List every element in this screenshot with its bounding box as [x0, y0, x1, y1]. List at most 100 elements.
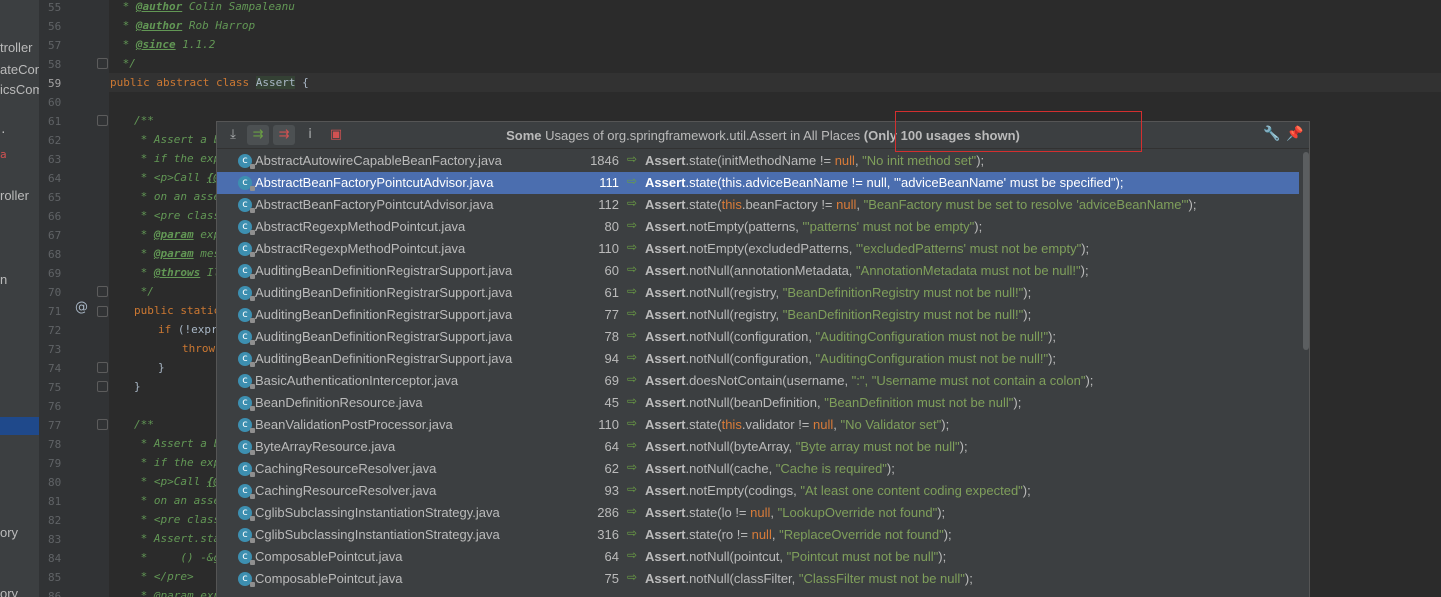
- usages-list[interactable]: c AbstractAutowireCapableBeanFactory.java…: [217, 150, 1299, 590]
- scrollbar-thumb[interactable]: [1303, 152, 1309, 350]
- usage-line-number: 112: [598, 197, 619, 212]
- usage-string: "BeanDefinition must not be null": [824, 395, 1014, 410]
- usage-row[interactable]: c AuditingBeanDefinitionRegistrarSupport.…: [217, 348, 1299, 370]
- pin-icon[interactable]: 📌: [1286, 126, 1303, 142]
- usage-file-name: CachingResourceResolver.java: [255, 461, 437, 476]
- usage-class: Assert: [645, 417, 686, 432]
- code-line-84: * () -&gt: [134, 551, 227, 564]
- code-line-82: * <pre class=: [134, 513, 227, 526]
- fold-icon[interactable]: [97, 286, 108, 297]
- usage-class: Assert: [645, 329, 686, 344]
- usage-code: Assert.notEmpty(codings, "At least one c…: [645, 483, 1031, 498]
- code-line-66: * <pre class=: [134, 209, 227, 222]
- code-line-86: * @param expr: [134, 589, 227, 597]
- popup-toolbar: ⤓ ⇉ ⇉ i ▣ Some Usages of org.springframe…: [217, 122, 1309, 149]
- usage-method: .notNull(annotationMetadata,: [685, 263, 857, 278]
- usage-method: .notNull(byteArray,: [685, 439, 796, 454]
- fold-icon[interactable]: [97, 419, 108, 430]
- usage-method: .notNull(cache,: [685, 461, 776, 476]
- project-tree-item[interactable]: ateCont: [0, 62, 39, 77]
- fold-icon[interactable]: [97, 381, 108, 392]
- usage-keyword: null: [751, 527, 772, 542]
- usage-arrow-icon: ⇨: [627, 328, 638, 342]
- usage-row[interactable]: c AbstractRegexpMethodPointcut.java 110 ⇨ As…: [217, 238, 1299, 260]
- usage-row[interactable]: c AbstractBeanFactoryPointcutAdvisor.java…: [217, 172, 1299, 194]
- project-tree-item[interactable]: n: [0, 272, 7, 287]
- usage-method: .notNull(beanDefinition,: [685, 395, 825, 410]
- project-tree-item[interactable]: ory: [0, 525, 18, 540]
- line-number: 59: [48, 77, 62, 90]
- usage-row[interactable]: c CglibSubclassingInstantiationStrategy.j…: [217, 524, 1299, 546]
- code-line-58: */: [116, 57, 136, 70]
- usage-code: Assert.notEmpty(excludedPatterns, "'excl…: [645, 241, 1089, 256]
- usage-end: );: [1081, 241, 1090, 256]
- wrench-icon[interactable]: 🔧: [1263, 126, 1280, 142]
- usage-arrow-icon: ⇨: [627, 174, 638, 188]
- code-line-72: if (!expre: [158, 323, 225, 336]
- project-tree-panel[interactable]: troller ateCont icsCom · a roller n ory …: [0, 0, 39, 597]
- usage-row[interactable]: c CachingResourceResolver.java 93 ⇨ Assert.n…: [217, 480, 1299, 502]
- usage-arrow-icon: ⇨: [627, 262, 638, 276]
- usage-row[interactable]: c CachingResourceResolver.java 62 ⇨ Assert.n…: [217, 458, 1299, 480]
- code-line-67: * @param expr: [134, 228, 227, 241]
- usage-class: Assert: [645, 175, 686, 190]
- override-gutter-icon[interactable]: @: [75, 300, 88, 315]
- usage-row[interactable]: c CglibSubclassingInstantiationStrategy.j…: [217, 502, 1299, 524]
- usage-row[interactable]: c AbstractAutowireCapableBeanFactory.java…: [217, 150, 1299, 172]
- project-tree-item[interactable]: roller: [0, 188, 29, 203]
- code-line-80: * <p>Call {@l: [134, 475, 227, 488]
- usage-file-name: AbstractRegexpMethodPointcut.java: [255, 241, 466, 256]
- code-line-71: public static: [134, 304, 221, 317]
- usage-code: Assert.state(ro != null, "ReplaceOverrid…: [645, 527, 952, 542]
- usage-row[interactable]: c AbstractBeanFactoryPointcutAdvisor.java…: [217, 194, 1299, 216]
- usage-string: "'excludedPatterns' must not be empty": [856, 241, 1082, 256]
- usage-class: Assert: [645, 263, 686, 278]
- usage-file-name: AuditingBeanDefinitionRegistrarSupport.j…: [255, 351, 513, 366]
- usage-end: );: [959, 439, 968, 454]
- project-tree-item[interactable]: ory: [0, 586, 18, 597]
- usage-class: Assert: [645, 549, 686, 564]
- usage-row[interactable]: c ComposablePointcut.java 64 ⇨ Assert.notNul…: [217, 546, 1299, 568]
- line-number: 64: [48, 172, 62, 185]
- fold-icon[interactable]: [97, 115, 108, 126]
- usage-string: "'patterns' must not be empty": [802, 219, 975, 234]
- line-number: 75: [48, 381, 62, 394]
- usage-line-number: 80: [604, 219, 619, 234]
- usage-string: "LookupOverride not found": [777, 505, 938, 520]
- usage-method: .state(lo !=: [685, 505, 751, 520]
- line-number: 61: [48, 115, 62, 128]
- usage-method: .notNull(configuration,: [685, 329, 816, 344]
- usage-row[interactable]: c AuditingBeanDefinitionRegistrarSupport.…: [217, 260, 1299, 282]
- usage-keyword: null: [750, 505, 771, 520]
- usage-arrow-icon: ⇨: [627, 284, 638, 298]
- code-line-69: * @throws Ill: [134, 266, 227, 279]
- usage-string: "AuditingConfiguration must not be null!…: [815, 329, 1049, 344]
- code-line-78: * Assert a bo: [134, 437, 227, 450]
- usage-method: .state(initMethodName !=: [685, 153, 835, 168]
- code-line-55: * @author Colin Sampaleanu: [116, 0, 295, 13]
- usage-file-name: CglibSubclassingInstantiationStrategy.ja…: [255, 527, 500, 542]
- usage-string: "AuditingConfiguration must not be null!…: [815, 351, 1049, 366]
- usage-row[interactable]: c BeanDefinitionResource.java 45 ⇨ Assert.no…: [217, 392, 1299, 414]
- usage-row[interactable]: c AuditingBeanDefinitionRegistrarSupport.…: [217, 304, 1299, 326]
- project-tree-item[interactable]: icsCom: [0, 82, 39, 97]
- fold-icon[interactable]: [97, 306, 108, 317]
- usage-class: Assert: [645, 461, 686, 476]
- usage-row[interactable]: c ByteArrayResource.java 64 ⇨ Assert.notNull…: [217, 436, 1299, 458]
- usage-method: .notEmpty(patterns,: [685, 219, 803, 234]
- project-tree-item[interactable]: troller: [0, 40, 33, 55]
- usage-row[interactable]: c AuditingBeanDefinitionRegistrarSupport.…: [217, 282, 1299, 304]
- usage-row[interactable]: c BeanValidationPostProcessor.java 110 ⇨ Ass…: [217, 414, 1299, 436]
- usage-row[interactable]: c AbstractRegexpMethodPointcut.java 80 ⇨ Ass…: [217, 216, 1299, 238]
- usage-row[interactable]: c AuditingBeanDefinitionRegistrarSupport.…: [217, 326, 1299, 348]
- line-number: 66: [48, 210, 62, 223]
- fold-icon[interactable]: [97, 58, 108, 69]
- find-usages-popup[interactable]: ⤓ ⇉ ⇉ i ▣ Some Usages of org.springframe…: [216, 121, 1310, 597]
- fold-icon[interactable]: [97, 362, 108, 373]
- usage-row[interactable]: c ComposablePointcut.java 75 ⇨ Assert.notNul…: [217, 568, 1299, 590]
- java-class-icon: c: [238, 572, 255, 587]
- usage-mid: ,: [833, 417, 841, 432]
- usage-line-number: 110: [598, 241, 619, 256]
- code-line-70: */: [134, 285, 154, 298]
- usage-row[interactable]: c BasicAuthenticationInterceptor.java 69 ⇨ A…: [217, 370, 1299, 392]
